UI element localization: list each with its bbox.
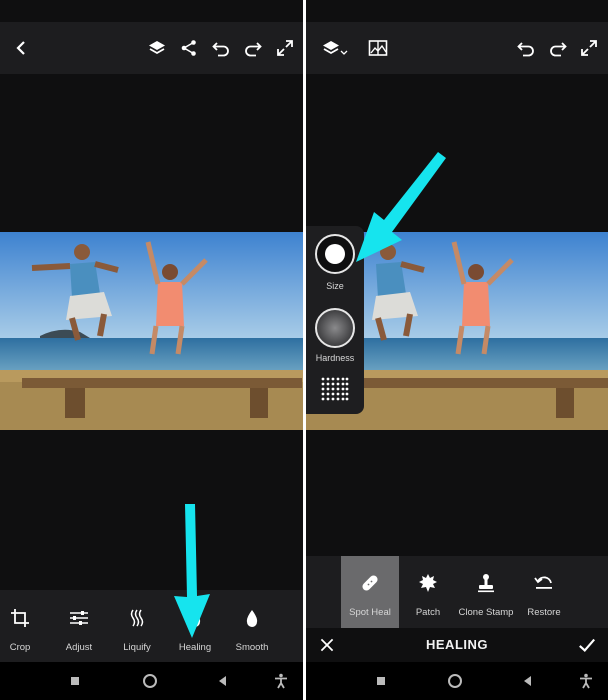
- top-toolbar: [0, 22, 303, 74]
- healing-tool-strip: Spot Heal Patch Clone Stamp Restore: [306, 556, 608, 628]
- recents-button[interactable]: [366, 662, 396, 700]
- undo-icon: [212, 42, 229, 57]
- tool-label: Liquify: [123, 642, 151, 653]
- system-nav-bar: [0, 662, 303, 700]
- undo-button[interactable]: [206, 22, 236, 74]
- tool-label: Smooth: [235, 642, 269, 653]
- fullscreen-button[interactable]: [270, 22, 300, 74]
- home-button[interactable]: [135, 662, 165, 700]
- chevron-left-icon: [16, 41, 25, 55]
- compare-button[interactable]: [363, 22, 393, 74]
- redo-button[interactable]: [543, 22, 573, 74]
- layers-dropdown-button[interactable]: [316, 22, 354, 74]
- adjust-icon: [70, 611, 88, 625]
- redo-icon: [550, 42, 567, 57]
- back-nav-button[interactable]: [208, 662, 238, 700]
- right-screen: Size Hardness Spot Heal Patch Clone Stam…: [306, 0, 608, 700]
- crop-icon: [11, 609, 29, 627]
- expand-icon: [277, 40, 293, 56]
- liquify-icon: [130, 609, 144, 627]
- back-button[interactable]: [6, 22, 36, 74]
- restore-icon: [534, 576, 552, 589]
- layers-button[interactable]: [142, 22, 172, 74]
- brush-settings-panel: Size Hardness: [306, 226, 364, 414]
- mode-bar: HEALING: [306, 628, 608, 662]
- share-icon: [181, 40, 196, 56]
- mode-title: HEALING: [426, 637, 488, 652]
- accessibility-icon: [580, 673, 592, 689]
- share-button[interactable]: [174, 22, 204, 74]
- tool-crop[interactable]: Crop: [0, 590, 50, 662]
- tool-adjust[interactable]: Adjust: [49, 590, 109, 662]
- tool-spot-heal[interactable]: Spot Heal: [341, 556, 399, 628]
- tool-label: Adjust: [65, 642, 93, 653]
- tool-label: Healing: [178, 642, 212, 653]
- redo-button[interactable]: [238, 22, 268, 74]
- tool-label: Restore: [527, 607, 561, 618]
- tool-smooth[interactable]: Smooth: [222, 590, 282, 662]
- tool-restore[interactable]: Restore: [515, 556, 573, 628]
- redo-icon: [245, 42, 262, 57]
- brush-size-control[interactable]: [313, 232, 357, 276]
- undo-icon: [517, 42, 534, 57]
- bandage-icon: [362, 575, 378, 591]
- stamp-icon: [478, 574, 494, 593]
- back-nav-button[interactable]: [513, 662, 543, 700]
- circle-icon: [143, 674, 157, 688]
- left-screen: Crop Adjust Liquify Healing Smooth ​: [0, 0, 303, 700]
- square-icon: [71, 677, 79, 685]
- image-compare-icon: [368, 40, 388, 56]
- smooth-icon: [246, 610, 258, 627]
- tool-liquify[interactable]: Liquify: [107, 590, 167, 662]
- accessibility-icon: [275, 673, 287, 689]
- brush-hardness-control[interactable]: [313, 306, 357, 350]
- brush-hardness-label: Hardness: [315, 353, 355, 363]
- apply-button[interactable]: [572, 628, 602, 662]
- checkmark-icon: [579, 638, 596, 652]
- expand-icon: [581, 40, 597, 56]
- square-icon: [377, 677, 385, 685]
- photo-canvas[interactable]: [0, 232, 303, 430]
- accessibility-button[interactable]: [571, 662, 601, 700]
- layers-icon: [149, 41, 165, 55]
- beach-jump-photo: [0, 232, 303, 430]
- triangle-back-icon: [524, 676, 531, 686]
- fullscreen-button[interactable]: [574, 22, 604, 74]
- circle-icon: [448, 674, 462, 688]
- home-button[interactable]: [440, 662, 470, 700]
- undo-button[interactable]: [511, 22, 541, 74]
- brush-opacity-dots-icon[interactable]: [320, 376, 350, 404]
- layers-dropdown-icon: [323, 41, 348, 55]
- top-toolbar: [306, 22, 608, 74]
- healing-icon: [189, 611, 201, 627]
- accessibility-button[interactable]: [266, 662, 296, 700]
- tool-strip: Crop Adjust Liquify Healing Smooth ​: [0, 590, 303, 662]
- tool-clone-stamp[interactable]: Clone Stamp: [457, 556, 515, 628]
- patch-icon: [419, 574, 437, 592]
- tool-healing[interactable]: Healing: [165, 590, 225, 662]
- tool-more-partial[interactable]: ​: [280, 590, 303, 662]
- system-nav-bar: [306, 662, 608, 700]
- brush-size-label: Size: [326, 281, 344, 291]
- tool-patch[interactable]: Patch: [399, 556, 457, 628]
- triangle-back-icon: [219, 676, 226, 686]
- recents-button[interactable]: [60, 662, 90, 700]
- tool-label: Crop: [9, 642, 31, 653]
